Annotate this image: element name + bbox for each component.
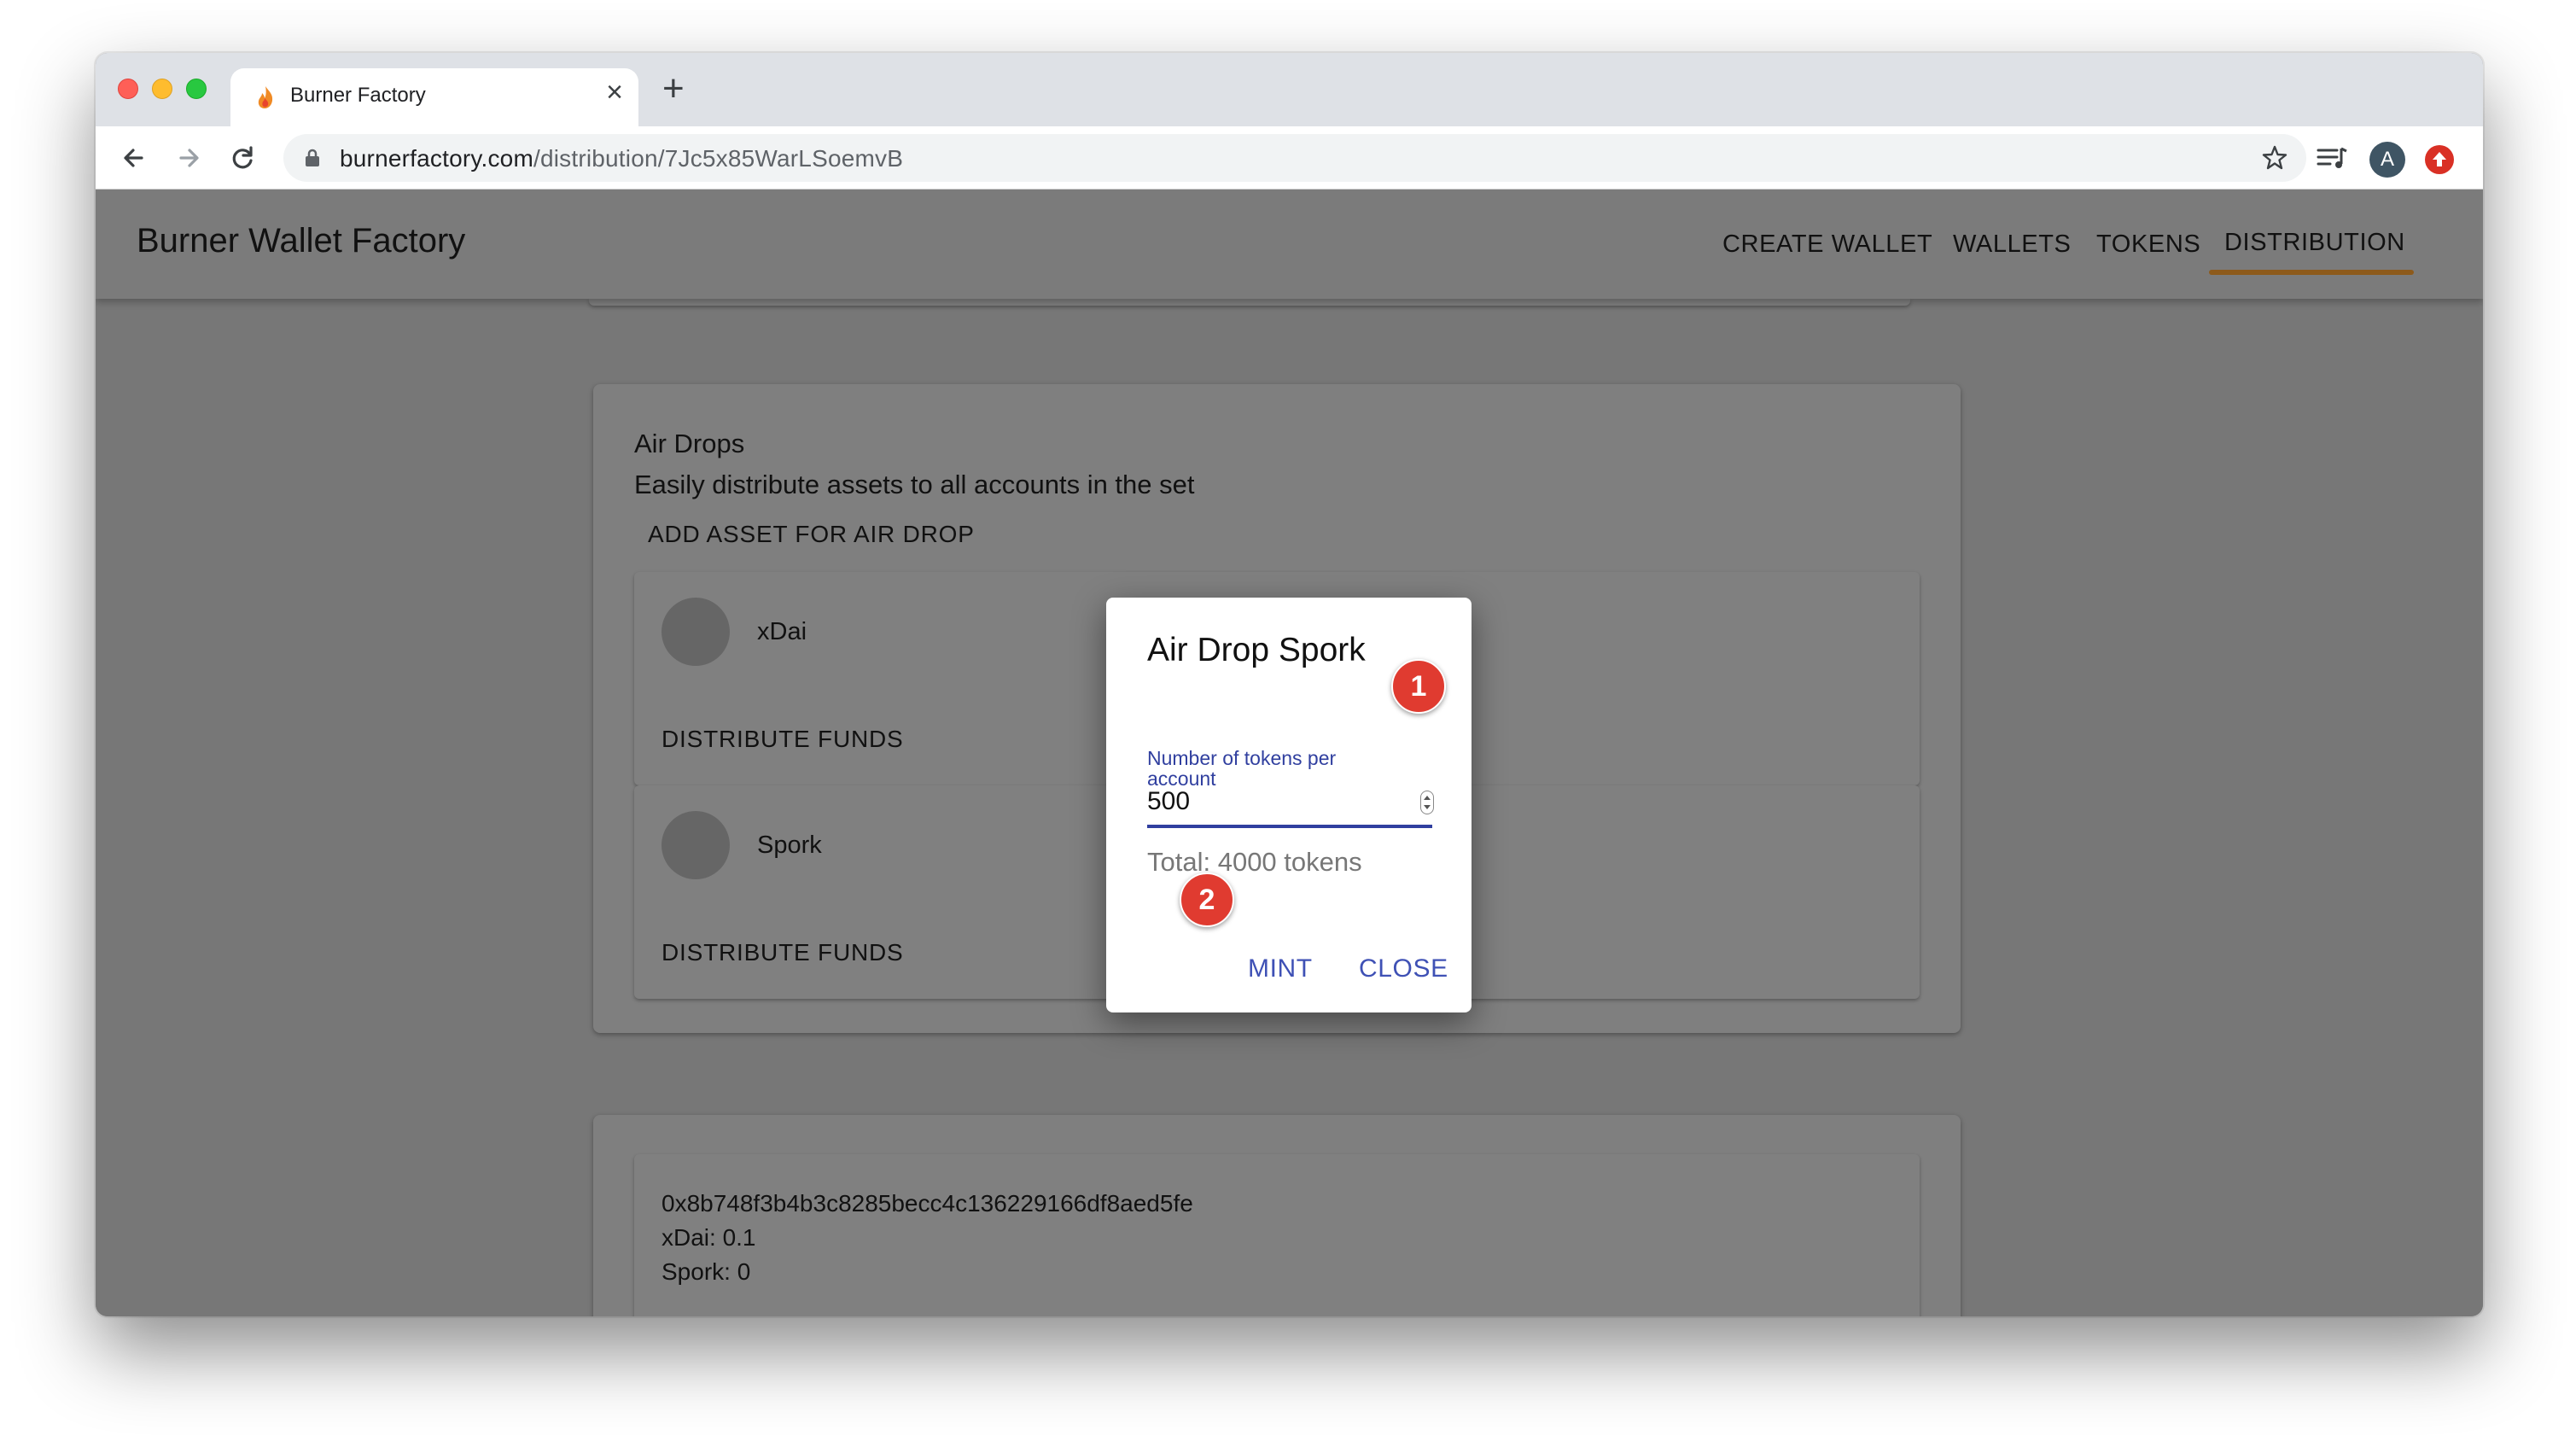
asset-avatar: [661, 598, 730, 666]
account-item: 0x8b748f3b4b3c8285becc4c136229166df8aed5…: [634, 1154, 1920, 1316]
address-bar[interactable]: burnerfactory.com/distribution/7Jc5x85Wa…: [283, 134, 2306, 182]
tokens-per-account-input[interactable]: 500: [1147, 787, 1190, 816]
close-window-button[interactable]: [118, 79, 138, 99]
asset-name: Spork: [757, 832, 822, 859]
asset-avatar: [661, 811, 730, 879]
maximize-window-button[interactable]: [186, 79, 207, 99]
bookmark-star-icon[interactable]: [2260, 143, 2289, 172]
browser-toolbar: burnerfactory.com/distribution/7Jc5x85Wa…: [96, 126, 2483, 190]
account-card: 0x8b748f3b4b3c8285becc4c136229166df8aed5…: [593, 1115, 1961, 1316]
nav-tokens[interactable]: TOKENS: [2096, 230, 2200, 259]
total-tokens-text: Total: 4000 tokens: [1147, 847, 1362, 877]
balance-spork: Spork: 0: [661, 1258, 751, 1285]
air-drops-title: Air Drops: [634, 429, 745, 458]
url-domain: burnerfactory.com: [340, 145, 533, 172]
active-tab-indicator: [2209, 270, 2414, 275]
update-icon[interactable]: [2425, 145, 2454, 174]
annotation-badge-2: 2: [1180, 872, 1234, 927]
tokens-per-account-label: Number of tokens per account: [1147, 747, 1337, 790]
previous-card-edge: [589, 299, 1910, 306]
browser-tab[interactable]: Burner Factory ×: [230, 68, 638, 126]
input-underline: [1147, 825, 1432, 828]
app-header: Burner Wallet Factory CREATE WALLET WALL…: [96, 190, 2483, 299]
flame-icon: [258, 86, 273, 108]
back-arrow-icon[interactable]: [113, 137, 155, 179]
minimize-window-button[interactable]: [152, 79, 172, 99]
profile-avatar[interactable]: A: [2369, 142, 2405, 178]
number-spinner-icon[interactable]: [1420, 791, 1434, 814]
nav-create-wallet[interactable]: CREATE WALLET: [1722, 230, 1932, 259]
tab-close-icon[interactable]: ×: [606, 78, 623, 107]
annotation-badge-1: 1: [1391, 659, 1446, 714]
page-viewport: Burner Wallet Factory CREATE WALLET WALL…: [96, 190, 2483, 1316]
arrow-up-icon: [2433, 152, 2446, 166]
asset-name: xDai: [757, 618, 807, 645]
mint-button[interactable]: MINT: [1248, 954, 1313, 983]
add-asset-button[interactable]: ADD ASSET FOR AIR DROP: [648, 521, 975, 548]
tab-title: Burner Factory: [290, 84, 426, 107]
nav-wallets[interactable]: WALLETS: [1953, 230, 2072, 259]
browser-window: Burner Factory × + burnerfactory.com/dis…: [96, 53, 2483, 1316]
balance-xdai: xDai: 0.1: [661, 1224, 756, 1251]
nav-distribution[interactable]: DISTRIBUTION: [2224, 229, 2405, 257]
media-queue-icon[interactable]: [2315, 142, 2349, 176]
air-drops-subtitle: Easily distribute assets to all accounts…: [634, 470, 1195, 499]
distribute-funds-button[interactable]: DISTRIBUTE FUNDS: [661, 726, 903, 753]
dialog-title: Air Drop Spork: [1147, 632, 1366, 668]
url-text: burnerfactory.com/distribution/7Jc5x85Wa…: [340, 145, 903, 172]
lock-icon: [306, 149, 319, 166]
tab-strip: Burner Factory × +: [96, 53, 2483, 126]
distribute-funds-button[interactable]: DISTRIBUTE FUNDS: [661, 939, 903, 966]
forward-arrow-icon[interactable]: [167, 137, 210, 179]
account-address: 0x8b748f3b4b3c8285becc4c136229166df8aed5…: [661, 1190, 1193, 1217]
new-tab-button[interactable]: +: [662, 70, 685, 108]
url-path: /distribution/7Jc5x85WarLSoemvB: [533, 145, 904, 172]
app-title: Burner Wallet Factory: [137, 222, 466, 260]
reload-icon[interactable]: [222, 137, 265, 179]
close-button[interactable]: CLOSE: [1359, 954, 1448, 983]
